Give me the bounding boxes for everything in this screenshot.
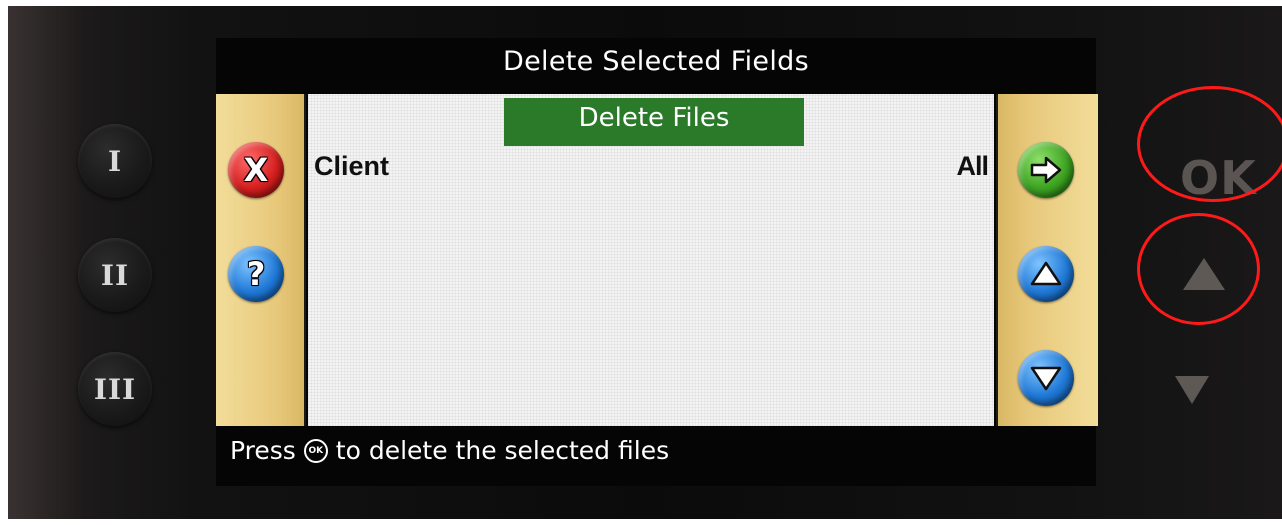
next-arrow-icon xyxy=(1030,156,1062,184)
hardware-button-iii[interactable]: III xyxy=(78,352,152,426)
right-softkey-panel xyxy=(996,94,1098,426)
down-arrow-icon xyxy=(1030,366,1062,391)
hardware-button-ii[interactable]: II xyxy=(78,238,152,312)
ok-highlight-circle xyxy=(1137,86,1282,202)
client-row-value[interactable]: All xyxy=(956,151,989,182)
scroll-down-button[interactable] xyxy=(1018,350,1074,406)
ok-icon: OK xyxy=(303,438,328,463)
up-arrow-icon xyxy=(1030,261,1062,286)
screen-title: Delete Selected Fields xyxy=(503,46,809,77)
hardware-button-i[interactable]: I xyxy=(78,124,152,198)
status-prefix: Press xyxy=(230,436,296,465)
display-screen: Delete Selected Fields X ? Delete Files … xyxy=(216,38,1098,486)
help-question-icon: ? xyxy=(246,255,266,293)
hardware-down-arrow-icon[interactable] xyxy=(1175,376,1209,404)
device-bezel: I II III OK Delete Selected Fields X ? D… xyxy=(8,6,1282,519)
status-message: to delete the selected files xyxy=(335,436,670,465)
status-bar: Press OK to delete the selected files xyxy=(230,436,669,465)
help-button[interactable]: ? xyxy=(228,246,284,302)
client-row-label[interactable]: Client xyxy=(314,151,389,182)
cancel-button[interactable]: X xyxy=(228,142,284,198)
file-list: Delete Files Client All xyxy=(308,94,994,426)
up-highlight-circle xyxy=(1137,213,1260,325)
scroll-up-button[interactable] xyxy=(1018,246,1074,302)
left-softkey-panel: X ? xyxy=(216,94,306,426)
list-header: Delete Files xyxy=(504,98,804,146)
cancel-x-icon: X xyxy=(243,151,269,189)
next-button[interactable] xyxy=(1018,142,1074,198)
